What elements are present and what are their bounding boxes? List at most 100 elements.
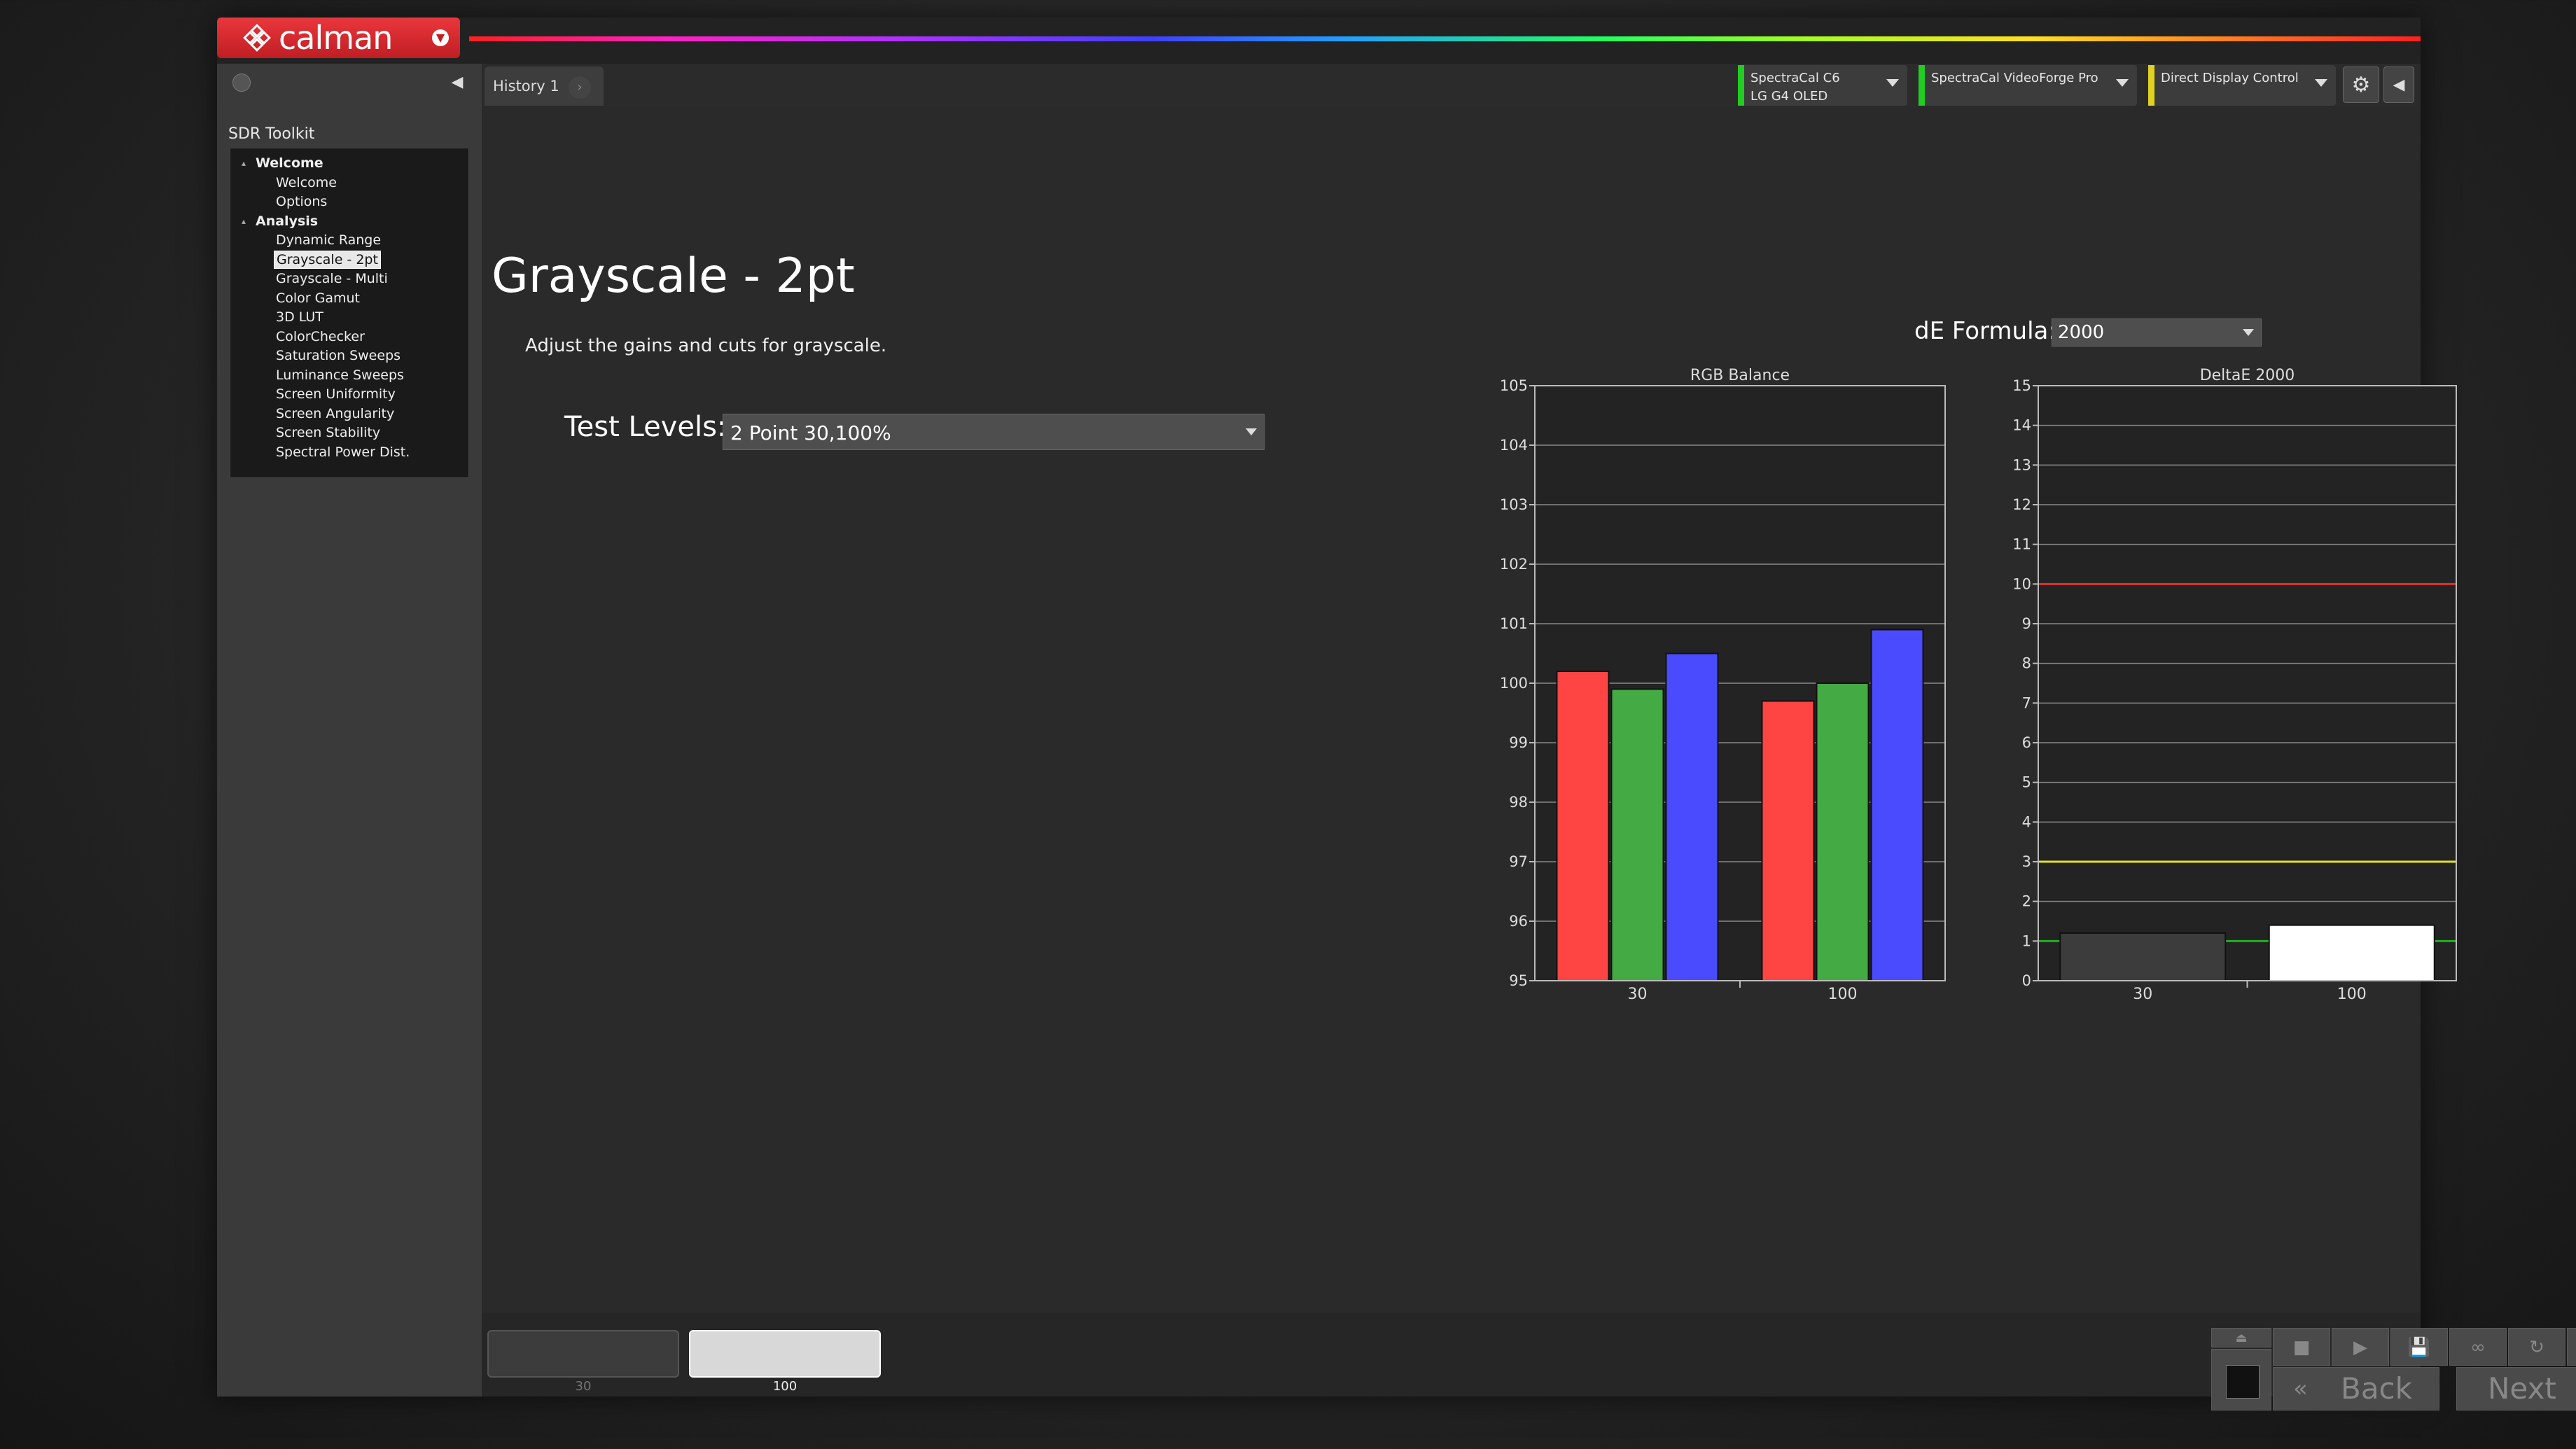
collapse-right-icon[interactable]: ◀ [2383,66,2414,103]
y-tick-label: 95 [1509,972,1528,989]
display-name: Direct Display Control [2161,71,2299,85]
swatch-100[interactable] [689,1330,881,1378]
tree-item[interactable]: 3D LUT [230,309,468,329]
calman-menu-button[interactable]: calman ▼ [217,18,460,58]
y-tick-label: 98 [1509,794,1528,811]
y-tick-label: 96 [1509,913,1528,930]
play-icon[interactable]: ▶ [2332,1328,2389,1366]
y-tick-label: 2 [2022,893,2031,910]
y-tick-label: 6 [2022,734,2031,751]
back-label: Back [2341,1371,2412,1406]
refresh-icon[interactable]: ↻ [2508,1328,2565,1366]
y-tick-label: 99 [1509,734,1528,751]
y-tick-label: 102 [1500,556,1528,573]
tree-item[interactable]: Screen Uniformity [230,386,468,406]
tree-item[interactable]: Grayscale - Multi [230,271,468,290]
y-tick-label: 15 [2012,377,2031,394]
collapse-sidebar-icon[interactable]: ◀ [447,72,468,93]
test-levels-label: Test Levels: [564,411,727,443]
x-tick-label: 30 [2133,986,2152,1003]
y-tick-label: 7 [2022,694,2031,711]
tree-item[interactable]: Screen Angularity [230,406,468,426]
next-button[interactable]: Next » [2456,1367,2576,1410]
tab-history-1[interactable]: History 1 › [485,66,604,106]
chevron-down-icon [2116,79,2129,87]
next-label: Next [2488,1371,2556,1406]
tree-item-label: Dynamic Range [276,232,382,248]
sidebar: ◀ SDR Toolkit ▴ Welcome Welcome Options ▴ Ana… [217,64,482,1396]
plot-area [2038,385,2457,981]
display-status-indicator [2148,65,2154,106]
display-device-selector[interactable]: Direct Display Control [2148,65,2336,106]
generator-name: SpectraCal VideoForge Pro [1931,71,2098,85]
record-icon[interactable]: ● [2567,1328,2576,1366]
save-icon[interactable]: 💾 [2390,1328,2448,1366]
tree-item-label: Luminance Sweeps [276,367,404,383]
tree-item[interactable]: Color Gamut [230,290,468,310]
y-tick-label: 100 [1500,675,1528,692]
loop-icon[interactable]: ∞ [2449,1328,2507,1366]
y-tick-label: 13 [2012,456,2031,473]
meter-device-selector[interactable]: SpectraCal C6 LG G4 OLED [1738,65,1907,106]
stop-icon[interactable]: ■ [2273,1328,2330,1366]
tree-item[interactable]: Options [230,194,468,214]
tree-item[interactable]: Spectral Power Dist. [230,444,468,464]
top-bar: calman ▼ [217,18,2421,64]
bar [2268,924,2435,982]
y-tick-label: 12 [2012,496,2031,513]
tab-label: History 1 [493,78,559,94]
app-window: calman ▼ ◀ SDR Toolkit ▴ Welcome Welcome Op… [217,18,2576,1410]
tree-group[interactable]: ▴ Welcome [230,155,468,175]
y-tick-label: 105 [1500,377,1528,394]
page-title: Grayscale - 2pt [492,248,855,304]
test-levels-value: 2 Point 30,100% [730,421,891,444]
tree-item[interactable]: Dynamic Range [230,232,468,252]
chevron-down-icon [1886,79,1899,87]
calman-logo-icon [243,24,271,52]
swatch-30-label: 30 [575,1379,592,1394]
tree-item-label: Saturation Sweeps [276,348,401,363]
collapse-group-icon[interactable]: ▴ [242,158,246,168]
tree-item-label: Welcome [276,174,337,190]
tree-item[interactable]: Luminance Sweeps [230,368,468,387]
bar [1556,671,1610,981]
rainbow-bar [469,36,2421,41]
toolkit-title: SDR Toolkit [228,125,315,143]
test-levels-select[interactable]: 2 Point 30,100% [723,414,1265,450]
workflow-indicator-icon[interactable] [232,74,251,92]
tree-item[interactable]: ColorChecker [230,329,468,349]
tree-group[interactable]: ▴ Analysis [230,214,468,233]
tree-item-label: Welcome [256,155,323,171]
add-tab-icon[interactable]: › [569,76,591,99]
swatch-30[interactable] [487,1330,679,1378]
swatch-100-label: 100 [772,1379,798,1394]
back-button[interactable]: « Back [2273,1367,2439,1410]
y-tick-label: 1 [2022,932,2031,949]
tree-item[interactable]: Welcome [230,175,468,195]
tree-item-label: Grayscale - 2pt [274,250,381,269]
generator-device-selector[interactable]: SpectraCal VideoForge Pro [1919,65,2137,106]
tree-item[interactable]: Grayscale - 2pt [230,250,468,272]
bar [1610,688,1664,981]
tree-item-label: Analysis [256,213,319,229]
tree-item[interactable]: Screen Stability [230,425,468,444]
tree-item[interactable]: Saturation Sweeps [230,348,468,368]
tree-item-label: ColorChecker [276,328,365,344]
y-tick-label: 9 [2022,615,2031,632]
tree-item-label: Color Gamut [276,290,361,306]
bar [2059,932,2227,981]
y-tick-label: 97 [1509,853,1528,870]
tree-item-label: 3D LUT [276,309,323,325]
sidebar-header: ◀ [217,64,482,102]
y-tick-label: 104 [1500,437,1528,454]
y-tick-label: 3 [2022,853,2031,870]
logo-text: calman [279,19,393,57]
settings-gear-icon[interactable]: ⚙ [2343,66,2379,103]
eject-icon[interactable]: ⏏ [2211,1328,2271,1348]
y-tick-label: 4 [2022,813,2031,830]
deltae-chart: DeltaE 2000012345678910111213141530 100 [2012,367,2457,1003]
x-tick-label: 100 [2337,986,2367,1003]
chevron-down-icon [2315,79,2327,87]
back-arrow-icon: « [2293,1375,2308,1403]
collapse-group-icon[interactable]: ▴ [242,216,246,226]
